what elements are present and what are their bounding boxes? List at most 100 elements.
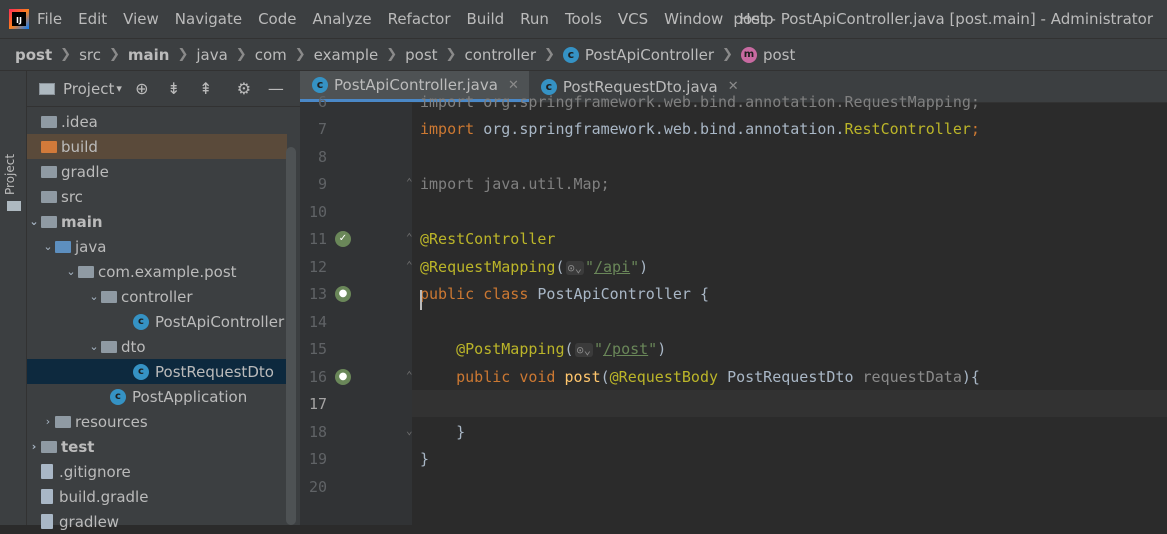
folder-icon	[41, 190, 57, 203]
code-line: }	[420, 423, 465, 441]
menu-edit[interactable]: Edit	[78, 10, 107, 28]
code-token[interactable]: /post	[603, 340, 648, 358]
breadcrumb-item[interactable]: main	[128, 46, 170, 64]
tree-item-controller[interactable]: ⌄ controller	[27, 284, 347, 309]
menu-view[interactable]: View	[123, 10, 159, 28]
breadcrumb-item[interactable]: example	[314, 46, 379, 64]
menu-window[interactable]: Window	[664, 10, 723, 28]
chevron-right-icon[interactable]: ›	[27, 440, 41, 453]
menu-run[interactable]: Run	[520, 10, 549, 28]
current-line-highlight	[412, 390, 1167, 417]
menu-analyze[interactable]: Analyze	[312, 10, 371, 28]
breadcrumb-item[interactable]: src	[79, 46, 101, 64]
code-line: public class PostApiController {	[420, 285, 709, 303]
chevron-down-icon[interactable]: ⌄	[27, 215, 41, 228]
spring-endpoint-gutter-icon[interactable]: ●	[335, 369, 351, 385]
chevron-right-icon[interactable]: ›	[41, 415, 55, 428]
tree-item-resources[interactable]: › resources	[27, 409, 301, 434]
menu-build[interactable]: Build	[467, 10, 505, 28]
chevron-down-icon[interactable]: ⌄	[87, 290, 101, 303]
line-number: 12	[308, 258, 327, 276]
intellij-logo-icon[interactable]: IJ	[9, 9, 29, 29]
tree-item-test[interactable]: › test	[27, 434, 287, 459]
breadcrumb-item[interactable]: com	[255, 46, 287, 64]
menu-navigate[interactable]: Navigate	[175, 10, 242, 28]
code-token[interactable]: /api	[594, 258, 630, 276]
locate-file-icon[interactable]: ⊕	[130, 77, 154, 101]
code-line: @RestController	[420, 230, 556, 248]
breadcrumb-item[interactable]: m post	[740, 46, 795, 64]
tree-item-gradle[interactable]: gradle	[27, 159, 287, 184]
collapse-all-icon[interactable]: ⇞	[194, 77, 218, 101]
menu-code[interactable]: Code	[258, 10, 296, 28]
class-icon: c	[312, 77, 328, 93]
line-number: 9	[317, 175, 327, 193]
url-inlay-icon[interactable]: ⊙⌄	[565, 260, 584, 275]
code-token: public class	[420, 285, 538, 303]
code-token: PostApiController	[537, 285, 700, 303]
tree-item-idea[interactable]: .idea	[27, 109, 287, 134]
folder-icon	[7, 201, 21, 211]
menu-refactor[interactable]: Refactor	[388, 10, 451, 28]
spring-bean-gutter-icon[interactable]: ✓	[335, 231, 351, 247]
code-token: {	[699, 285, 709, 303]
fold-marker-icon[interactable]: ⌃	[406, 259, 416, 272]
line-number: 11	[308, 230, 327, 248]
tree-item-package-post[interactable]: ⌄ com.example.post	[27, 259, 324, 284]
chevron-down-icon[interactable]: ⌄	[41, 240, 55, 253]
line-number: 18	[308, 423, 327, 441]
project-icon	[39, 82, 55, 95]
breadcrumb-item[interactable]: java	[196, 46, 227, 64]
code-token: (	[564, 340, 574, 358]
menu-file[interactable]: File	[37, 10, 62, 28]
fold-marker-icon[interactable]: ⌃	[406, 369, 416, 382]
fold-marker-icon[interactable]: ⌃	[406, 176, 416, 189]
project-panel-title: Project	[63, 79, 115, 98]
gear-icon[interactable]: ⚙	[232, 77, 256, 101]
menu-tools[interactable]: Tools	[565, 10, 602, 28]
url-inlay-icon[interactable]: ⊙⌄	[574, 342, 593, 357]
tree-item-build[interactable]: build	[27, 134, 287, 159]
tree-item-label: .idea	[61, 112, 98, 131]
chevron-down-icon[interactable]: ⌄	[64, 265, 78, 278]
package-icon	[78, 265, 94, 278]
tree-item-postrequestdto[interactable]: c PostRequestDto	[27, 359, 287, 384]
class-icon: c	[133, 313, 149, 330]
code-token: public void	[456, 368, 565, 386]
expand-all-icon[interactable]: ⇟	[162, 77, 186, 101]
tree-item-dto[interactable]: ⌄ dto	[27, 334, 347, 359]
tree-item-src[interactable]: src	[27, 184, 287, 209]
tree-item-gradlew[interactable]: gradlew	[27, 509, 287, 534]
chevron-down-icon[interactable]: ⌄	[87, 340, 101, 353]
tree-item-label: java	[75, 237, 107, 256]
tree-item-label: test	[61, 437, 95, 456]
spring-bean-gutter-icon[interactable]: ●	[335, 286, 351, 302]
code-line: @RequestMapping(⊙⌄ "/api")	[420, 258, 648, 276]
close-icon[interactable]: ✕	[508, 78, 519, 93]
hide-panel-icon[interactable]: —	[264, 77, 288, 101]
chevron-right-icon: ❯	[235, 47, 247, 62]
tree-item-build-gradle[interactable]: build.gradle	[27, 484, 287, 509]
code-token: "	[630, 258, 640, 276]
breadcrumb-item[interactable]: controller	[464, 46, 536, 64]
code-token: "	[584, 258, 594, 276]
fold-marker-icon[interactable]: ⌄	[406, 424, 416, 437]
close-icon[interactable]: ✕	[728, 79, 739, 94]
tree-item-main[interactable]: ⌄ main	[27, 209, 287, 234]
breadcrumb-item[interactable]: post	[405, 46, 437, 64]
project-scrollbar[interactable]	[286, 147, 296, 525]
breadcrumb-item[interactable]: c PostApiController	[562, 46, 714, 64]
project-panel-header: Project ▾ ⊕ ⇟ ⇞ ⚙ —	[27, 71, 300, 107]
fold-marker-icon[interactable]: ⌃	[406, 231, 416, 244]
breadcrumb-item[interactable]: post	[15, 46, 52, 64]
code-token: )	[657, 340, 667, 358]
line-number: 19	[308, 450, 327, 468]
line-number: 17	[308, 395, 327, 413]
project-tool-button[interactable]: Project	[3, 151, 17, 195]
tree-item-gitignore[interactable]: .gitignore	[27, 459, 287, 484]
project-view-selector[interactable]: Project ▾	[39, 80, 122, 98]
tree-item-java[interactable]: ⌄ java	[27, 234, 301, 259]
menu-bar: IJ File Edit View Navigate Code Analyze …	[0, 0, 1167, 38]
code-editor[interactable]: 6 7 8 9 10 11 12 13 14 15 16 17 18 19 20…	[300, 93, 1167, 525]
menu-vcs[interactable]: VCS	[618, 10, 648, 28]
